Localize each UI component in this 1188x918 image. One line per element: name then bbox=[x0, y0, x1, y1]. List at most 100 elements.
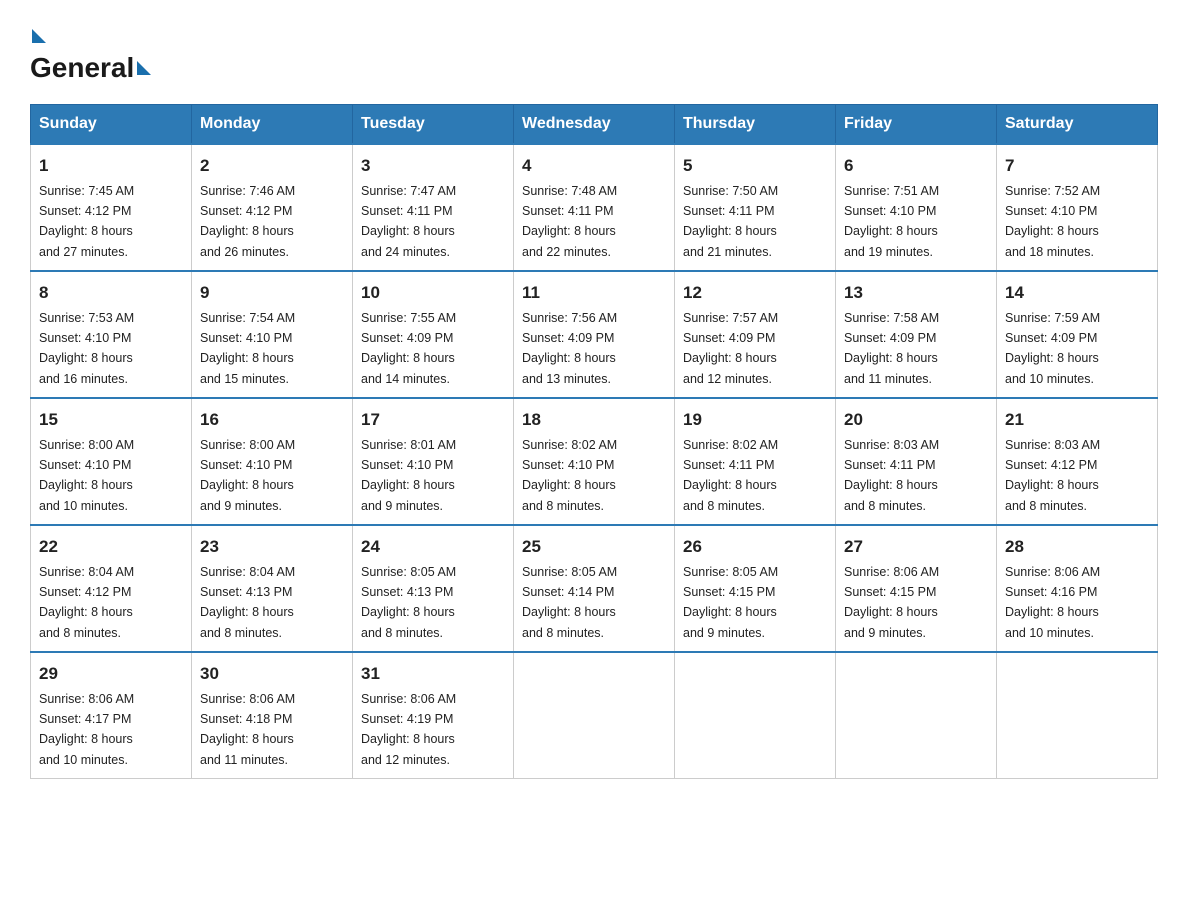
day-number: 3 bbox=[361, 153, 505, 179]
calendar-cell: 18 Sunrise: 8:02 AMSunset: 4:10 PMDaylig… bbox=[514, 398, 675, 525]
calendar-cell: 19 Sunrise: 8:02 AMSunset: 4:11 PMDaylig… bbox=[675, 398, 836, 525]
col-header-sunday: Sunday bbox=[31, 105, 192, 145]
day-number: 12 bbox=[683, 280, 827, 306]
calendar-cell: 13 Sunrise: 7:58 AMSunset: 4:09 PMDaylig… bbox=[836, 271, 997, 398]
day-number: 25 bbox=[522, 534, 666, 560]
day-info: Sunrise: 7:57 AMSunset: 4:09 PMDaylight:… bbox=[683, 311, 778, 386]
day-info: Sunrise: 7:50 AMSunset: 4:11 PMDaylight:… bbox=[683, 184, 778, 259]
calendar-cell: 21 Sunrise: 8:03 AMSunset: 4:12 PMDaylig… bbox=[997, 398, 1158, 525]
calendar-cell: 14 Sunrise: 7:59 AMSunset: 4:09 PMDaylig… bbox=[997, 271, 1158, 398]
day-number: 24 bbox=[361, 534, 505, 560]
day-info: Sunrise: 7:59 AMSunset: 4:09 PMDaylight:… bbox=[1005, 311, 1100, 386]
calendar-cell: 12 Sunrise: 7:57 AMSunset: 4:09 PMDaylig… bbox=[675, 271, 836, 398]
day-info: Sunrise: 8:00 AMSunset: 4:10 PMDaylight:… bbox=[39, 438, 134, 513]
day-info: Sunrise: 8:02 AMSunset: 4:11 PMDaylight:… bbox=[683, 438, 778, 513]
day-info: Sunrise: 8:06 AMSunset: 4:16 PMDaylight:… bbox=[1005, 565, 1100, 640]
col-header-friday: Friday bbox=[836, 105, 997, 145]
day-info: Sunrise: 8:06 AMSunset: 4:19 PMDaylight:… bbox=[361, 692, 456, 767]
day-number: 8 bbox=[39, 280, 183, 306]
calendar-cell: 30 Sunrise: 8:06 AMSunset: 4:18 PMDaylig… bbox=[192, 652, 353, 779]
day-info: Sunrise: 8:06 AMSunset: 4:17 PMDaylight:… bbox=[39, 692, 134, 767]
calendar-cell: 10 Sunrise: 7:55 AMSunset: 4:09 PMDaylig… bbox=[353, 271, 514, 398]
day-number: 2 bbox=[200, 153, 344, 179]
week-row-1: 1 Sunrise: 7:45 AMSunset: 4:12 PMDayligh… bbox=[31, 144, 1158, 271]
calendar-cell: 20 Sunrise: 8:03 AMSunset: 4:11 PMDaylig… bbox=[836, 398, 997, 525]
day-info: Sunrise: 7:54 AMSunset: 4:10 PMDaylight:… bbox=[200, 311, 295, 386]
calendar-cell: 9 Sunrise: 7:54 AMSunset: 4:10 PMDayligh… bbox=[192, 271, 353, 398]
day-info: Sunrise: 8:04 AMSunset: 4:12 PMDaylight:… bbox=[39, 565, 134, 640]
day-number: 15 bbox=[39, 407, 183, 433]
day-info: Sunrise: 7:48 AMSunset: 4:11 PMDaylight:… bbox=[522, 184, 617, 259]
calendar-cell: 6 Sunrise: 7:51 AMSunset: 4:10 PMDayligh… bbox=[836, 144, 997, 271]
week-row-4: 22 Sunrise: 8:04 AMSunset: 4:12 PMDaylig… bbox=[31, 525, 1158, 652]
calendar-cell: 8 Sunrise: 7:53 AMSunset: 4:10 PMDayligh… bbox=[31, 271, 192, 398]
calendar-cell: 16 Sunrise: 8:00 AMSunset: 4:10 PMDaylig… bbox=[192, 398, 353, 525]
day-number: 4 bbox=[522, 153, 666, 179]
day-info: Sunrise: 7:52 AMSunset: 4:10 PMDaylight:… bbox=[1005, 184, 1100, 259]
col-header-monday: Monday bbox=[192, 105, 353, 145]
week-row-3: 15 Sunrise: 8:00 AMSunset: 4:10 PMDaylig… bbox=[31, 398, 1158, 525]
week-row-5: 29 Sunrise: 8:06 AMSunset: 4:17 PMDaylig… bbox=[31, 652, 1158, 779]
calendar-cell: 11 Sunrise: 7:56 AMSunset: 4:09 PMDaylig… bbox=[514, 271, 675, 398]
logo-arrow-icon bbox=[32, 29, 46, 43]
day-number: 21 bbox=[1005, 407, 1149, 433]
day-info: Sunrise: 7:51 AMSunset: 4:10 PMDaylight:… bbox=[844, 184, 939, 259]
calendar-cell: 15 Sunrise: 8:00 AMSunset: 4:10 PMDaylig… bbox=[31, 398, 192, 525]
day-info: Sunrise: 7:53 AMSunset: 4:10 PMDaylight:… bbox=[39, 311, 134, 386]
day-info: Sunrise: 8:01 AMSunset: 4:10 PMDaylight:… bbox=[361, 438, 456, 513]
calendar-cell: 3 Sunrise: 7:47 AMSunset: 4:11 PMDayligh… bbox=[353, 144, 514, 271]
day-info: Sunrise: 8:06 AMSunset: 4:18 PMDaylight:… bbox=[200, 692, 295, 767]
day-info: Sunrise: 7:45 AMSunset: 4:12 PMDaylight:… bbox=[39, 184, 134, 259]
calendar-cell bbox=[997, 652, 1158, 779]
day-number: 27 bbox=[844, 534, 988, 560]
day-number: 6 bbox=[844, 153, 988, 179]
day-number: 9 bbox=[200, 280, 344, 306]
col-header-tuesday: Tuesday bbox=[353, 105, 514, 145]
day-number: 13 bbox=[844, 280, 988, 306]
col-header-wednesday: Wednesday bbox=[514, 105, 675, 145]
day-info: Sunrise: 7:46 AMSunset: 4:12 PMDaylight:… bbox=[200, 184, 295, 259]
calendar-cell: 31 Sunrise: 8:06 AMSunset: 4:19 PMDaylig… bbox=[353, 652, 514, 779]
day-number: 29 bbox=[39, 661, 183, 687]
logo-triangle bbox=[137, 61, 151, 75]
day-number: 22 bbox=[39, 534, 183, 560]
day-number: 30 bbox=[200, 661, 344, 687]
calendar-table: SundayMondayTuesdayWednesdayThursdayFrid… bbox=[30, 104, 1158, 779]
calendar-cell: 25 Sunrise: 8:05 AMSunset: 4:14 PMDaylig… bbox=[514, 525, 675, 652]
day-number: 26 bbox=[683, 534, 827, 560]
calendar-cell: 26 Sunrise: 8:05 AMSunset: 4:15 PMDaylig… bbox=[675, 525, 836, 652]
calendar-cell: 4 Sunrise: 7:48 AMSunset: 4:11 PMDayligh… bbox=[514, 144, 675, 271]
calendar-cell: 7 Sunrise: 7:52 AMSunset: 4:10 PMDayligh… bbox=[997, 144, 1158, 271]
day-number: 18 bbox=[522, 407, 666, 433]
calendar-cell bbox=[675, 652, 836, 779]
day-info: Sunrise: 8:05 AMSunset: 4:14 PMDaylight:… bbox=[522, 565, 617, 640]
day-info: Sunrise: 8:05 AMSunset: 4:15 PMDaylight:… bbox=[683, 565, 778, 640]
day-info: Sunrise: 8:05 AMSunset: 4:13 PMDaylight:… bbox=[361, 565, 456, 640]
day-info: Sunrise: 8:06 AMSunset: 4:15 PMDaylight:… bbox=[844, 565, 939, 640]
page-header: General bbox=[30, 20, 1158, 84]
calendar-cell: 23 Sunrise: 8:04 AMSunset: 4:13 PMDaylig… bbox=[192, 525, 353, 652]
day-info: Sunrise: 7:56 AMSunset: 4:09 PMDaylight:… bbox=[522, 311, 617, 386]
calendar-cell: 27 Sunrise: 8:06 AMSunset: 4:15 PMDaylig… bbox=[836, 525, 997, 652]
day-number: 28 bbox=[1005, 534, 1149, 560]
week-row-2: 8 Sunrise: 7:53 AMSunset: 4:10 PMDayligh… bbox=[31, 271, 1158, 398]
calendar-cell: 5 Sunrise: 7:50 AMSunset: 4:11 PMDayligh… bbox=[675, 144, 836, 271]
day-number: 14 bbox=[1005, 280, 1149, 306]
day-info: Sunrise: 8:02 AMSunset: 4:10 PMDaylight:… bbox=[522, 438, 617, 513]
day-number: 11 bbox=[522, 280, 666, 306]
day-number: 20 bbox=[844, 407, 988, 433]
day-number: 1 bbox=[39, 153, 183, 179]
day-number: 31 bbox=[361, 661, 505, 687]
calendar-cell bbox=[836, 652, 997, 779]
day-number: 10 bbox=[361, 280, 505, 306]
day-info: Sunrise: 8:03 AMSunset: 4:12 PMDaylight:… bbox=[1005, 438, 1100, 513]
day-info: Sunrise: 7:58 AMSunset: 4:09 PMDaylight:… bbox=[844, 311, 939, 386]
day-number: 7 bbox=[1005, 153, 1149, 179]
calendar-cell: 1 Sunrise: 7:45 AMSunset: 4:12 PMDayligh… bbox=[31, 144, 192, 271]
day-info: Sunrise: 7:47 AMSunset: 4:11 PMDaylight:… bbox=[361, 184, 456, 259]
day-info: Sunrise: 8:04 AMSunset: 4:13 PMDaylight:… bbox=[200, 565, 295, 640]
header-row: SundayMondayTuesdayWednesdayThursdayFrid… bbox=[31, 105, 1158, 145]
logo-general-part2: General bbox=[30, 52, 134, 84]
logo: General bbox=[30, 20, 154, 84]
calendar-cell: 17 Sunrise: 8:01 AMSunset: 4:10 PMDaylig… bbox=[353, 398, 514, 525]
